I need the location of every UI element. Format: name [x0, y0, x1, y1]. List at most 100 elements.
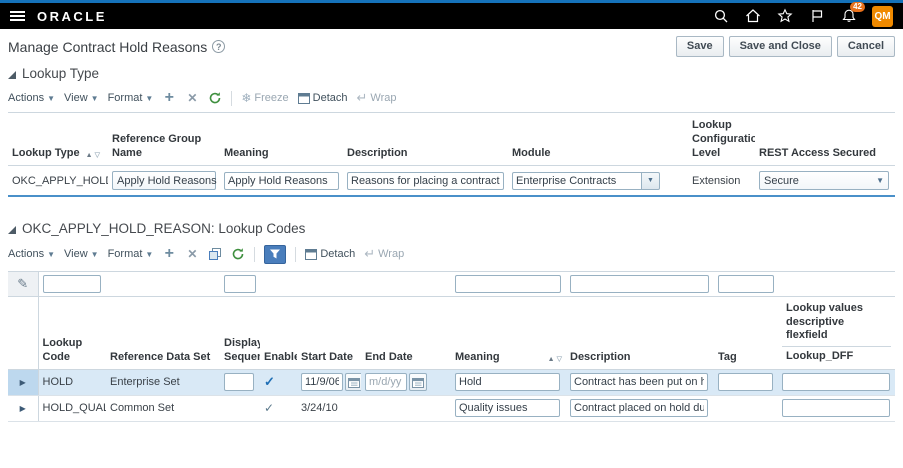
wrap-icon: ↵	[364, 246, 376, 262]
user-avatar[interactable]: QM	[872, 5, 893, 27]
refresh-icon[interactable]	[231, 247, 245, 261]
add-icon[interactable]: +	[162, 90, 176, 106]
reference-group-name-select[interactable]: Apply Hold Reasons▼	[112, 171, 217, 191]
sort-descending-icon[interactable]: ▽	[95, 152, 100, 161]
reference-data-set-value: Common Set	[110, 402, 175, 415]
column-header-description[interactable]: Description	[566, 296, 714, 370]
lookup-codes-toolbar: Actions ▼ View ▼ Format ▼ + ✕ Detach ↵ Wrap	[0, 238, 903, 270]
announcements-flag-icon[interactable]	[808, 8, 825, 25]
filter-description-input[interactable]	[570, 274, 709, 293]
lookup-type-section: Lookup Type Actions ▼ View ▼ Format ▼ + ✕ ❄…	[0, 66, 903, 197]
detach-button[interactable]: Detach	[305, 248, 355, 260]
lookup-codes-section-title: OKC_APPLY_HOLD_REASON: Lookup Codes	[22, 220, 306, 236]
tag-input[interactable]	[718, 373, 773, 392]
query-by-example-filter-icon[interactable]	[264, 244, 287, 264]
home-icon[interactable]	[744, 8, 761, 25]
favorites-star-icon[interactable]	[776, 8, 793, 25]
search-icon[interactable]	[712, 8, 729, 25]
lookup-codes-section: OKC_APPLY_HOLD_REASON: Lookup Codes Acti…	[0, 221, 903, 422]
lookup-type-section-title: Lookup Type	[22, 66, 100, 82]
freeze-button[interactable]: ❄ Freeze	[241, 91, 288, 105]
view-menu[interactable]: View ▼	[64, 248, 99, 260]
column-header-reference-data-set[interactable]: Reference Data Set	[106, 296, 220, 370]
meaning-input[interactable]	[455, 373, 560, 392]
table-row[interactable]: ▶ HOLD_QUALITY Common Set ✓ 3/24/10	[8, 395, 895, 422]
calendar-picker-icon[interactable]	[345, 373, 361, 392]
save-button[interactable]: Save	[675, 36, 724, 58]
lookup-type-toolbar: Actions ▼ View ▼ Format ▼ + ✕ ❄ Freeze Detac…	[0, 83, 903, 112]
lookup-codes-header-row: Lookup Code Reference Data Set Display S…	[8, 296, 895, 370]
description-input[interactable]	[570, 399, 708, 418]
description-input[interactable]	[570, 373, 708, 392]
column-header-description[interactable]: Description	[343, 112, 508, 167]
lookup-dff-input[interactable]	[782, 373, 890, 392]
start-date-input[interactable]	[301, 373, 343, 392]
filter-lookup-code-input[interactable]	[42, 274, 101, 293]
toolbar-separator	[231, 90, 233, 106]
delete-icon[interactable]: ✕	[185, 91, 199, 105]
sort-ascending-icon[interactable]: ▲	[548, 356, 555, 365]
column-header-enabled[interactable]: Enabled	[260, 296, 297, 370]
navigator-menu-icon[interactable]	[10, 11, 25, 21]
chevron-down-icon: ▼	[90, 249, 99, 259]
column-header-end-date[interactable]: End Date	[361, 296, 451, 370]
row-expand-icon[interactable]: ▶	[20, 404, 26, 413]
column-header-module[interactable]: Module	[508, 112, 688, 167]
sort-ascending-icon[interactable]: ▲	[86, 152, 93, 161]
rest-access-secured-select[interactable]: Secure ▼	[759, 171, 889, 191]
display-sequence-input[interactable]	[224, 373, 254, 392]
actions-menu[interactable]: Actions ▼	[8, 92, 55, 104]
enabled-checkbox[interactable]: ✓	[264, 374, 275, 389]
collapse-triangle-icon[interactable]	[8, 71, 16, 80]
filter-display-sequence-input[interactable]	[224, 274, 256, 293]
column-header-meaning[interactable]: Meaning ▲ ▽	[451, 296, 566, 370]
lookup-dff-input[interactable]	[782, 399, 890, 418]
page-title: Manage Contract Hold Reasons	[8, 38, 208, 55]
add-icon[interactable]: +	[162, 246, 176, 262]
wrap-button[interactable]: ↵ Wrap	[364, 246, 404, 262]
column-header-reference-group-name[interactable]: Reference Group Name	[108, 112, 220, 167]
column-header-lookup-configuration-level[interactable]: Lookup Configuration Level	[688, 112, 755, 167]
refresh-icon[interactable]	[208, 91, 222, 105]
edit-pencil-icon[interactable]: ✎	[17, 276, 28, 291]
sort-descending-icon[interactable]: ▽	[557, 356, 562, 365]
meaning-input[interactable]	[224, 171, 339, 190]
page-action-buttons: Save Save and Close Cancel	[675, 36, 895, 58]
view-menu[interactable]: View ▼	[64, 92, 99, 104]
cancel-button[interactable]: Cancel	[836, 36, 895, 58]
lookup-type-section-header[interactable]: Lookup Type	[8, 66, 903, 81]
wrap-button[interactable]: ↵ Wrap	[357, 90, 397, 106]
column-header-tag[interactable]: Tag	[714, 296, 778, 370]
column-header-lookup-type[interactable]: Lookup Type ▲ ▽	[8, 112, 108, 167]
format-menu[interactable]: Format ▼	[108, 248, 154, 260]
collapse-triangle-icon[interactable]	[8, 225, 16, 234]
column-header-lookup-dff[interactable]: Lookup values descriptive flexfield Look…	[778, 296, 895, 370]
column-header-display-sequence[interactable]: Display Sequence	[220, 296, 260, 370]
format-menu[interactable]: Format ▼	[108, 92, 154, 104]
start-date-value: 3/24/10	[301, 402, 338, 415]
delete-icon[interactable]: ✕	[185, 247, 199, 261]
row-expand-icon[interactable]: ▶	[20, 378, 26, 387]
help-icon[interactable]: ?	[212, 40, 226, 54]
column-header-start-date[interactable]: Start Date	[297, 296, 361, 370]
meaning-input[interactable]	[455, 399, 560, 418]
freeze-icon: ❄	[241, 91, 252, 106]
filter-tag-input[interactable]	[718, 274, 774, 293]
module-input[interactable]	[512, 171, 642, 190]
lookup-type-row[interactable]: OKC_APPLY_HOLD_RE... Apply Hold Reasons▼…	[8, 165, 895, 197]
duplicate-icon[interactable]	[208, 248, 222, 261]
detach-button[interactable]: Detach	[297, 92, 348, 104]
column-header-meaning[interactable]: Meaning	[220, 112, 343, 167]
calendar-picker-icon[interactable]	[409, 373, 427, 392]
filter-meaning-input[interactable]	[455, 274, 561, 293]
end-date-input[interactable]	[365, 373, 407, 392]
description-input[interactable]	[347, 171, 504, 190]
column-header-lookup-code[interactable]: Lookup Code	[38, 296, 106, 370]
module-dropdown-button[interactable]: ▼	[642, 171, 660, 190]
lookup-codes-section-header[interactable]: OKC_APPLY_HOLD_REASON: Lookup Codes	[8, 221, 903, 236]
notifications-bell-icon[interactable]: 42	[840, 1, 865, 25]
column-header-rest-access-secured[interactable]: REST Access Secured	[755, 112, 895, 167]
save-and-close-button[interactable]: Save and Close	[728, 36, 832, 58]
actions-menu[interactable]: Actions ▼	[8, 248, 55, 260]
table-row[interactable]: ▶ HOLD Enterprise Set ✓	[8, 369, 895, 396]
